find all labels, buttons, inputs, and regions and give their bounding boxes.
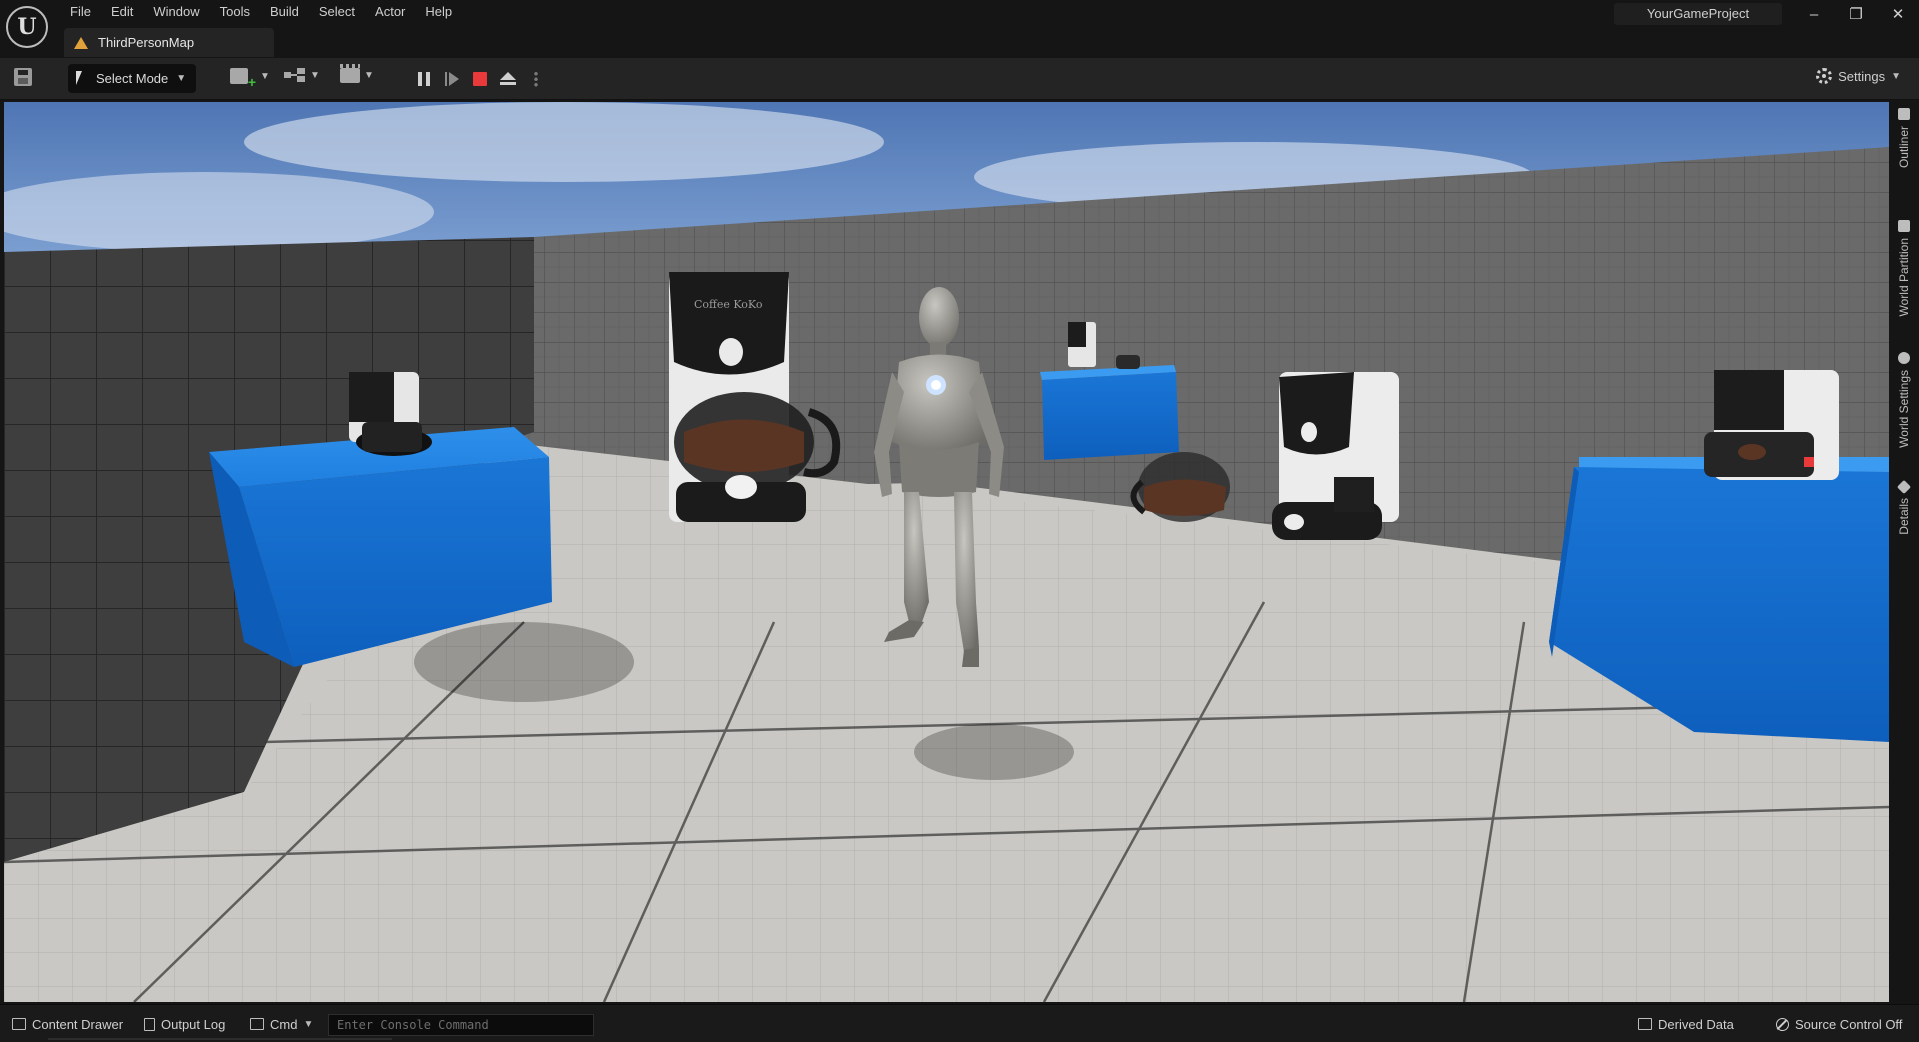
chevron-down-icon: ▼ [260,70,270,82]
chevron-down-icon: ▼ [310,69,320,81]
menu-actor[interactable]: Actor [365,0,415,24]
cmd-dropdown[interactable]: Cmd ▼ [246,1013,317,1035]
blueprint-button[interactable]: ▼ [284,68,320,82]
title-bar: U File Edit Window Tools Build Select Ac… [0,0,1919,58]
map-tab-label: ThirdPersonMap [98,35,195,50]
status-bar: Content Drawer Output Log Cmd ▼ Derived … [0,1004,1919,1042]
blueprint-icon [284,68,306,82]
save-button[interactable] [14,68,34,88]
coffee-brand-label: Coffee KoKo [694,298,763,311]
select-mode-dropdown[interactable]: Select Mode ▼ [68,64,196,93]
level-map-icon [74,36,88,49]
cinematics-button[interactable]: ▼ [340,64,374,83]
settings-button[interactable]: Settings ▼ [1816,68,1901,84]
menu-window[interactable]: Window [143,0,209,24]
add-content-button[interactable]: ▼ [230,68,270,90]
outliner-icon [1898,108,1910,120]
side-panel-tabs: Outliner World Partition World Settings … [1889,100,1919,1004]
derived-data-button[interactable]: Derived Data [1634,1013,1738,1035]
tab-world-partition-label: World Partition [1897,238,1911,317]
chevron-down-icon: ▼ [176,73,187,84]
menu-bar: File Edit Window Tools Build Select Acto… [60,0,462,24]
eject-button[interactable] [496,66,520,92]
frame-skip-button[interactable] [440,66,464,92]
menu-help[interactable]: Help [415,0,462,24]
output-log-icon [144,1017,155,1031]
derived-data-label: Derived Data [1658,1016,1734,1032]
eject-icon [500,72,516,86]
tab-details-label: Details [1897,498,1911,535]
pencil-icon [1896,479,1912,495]
play-options-button[interactable] [524,66,548,92]
settings-label: Settings [1838,68,1886,84]
save-icon [14,68,32,86]
select-mode-label: Select Mode [96,71,169,86]
console-command-input[interactable] [328,1014,594,1036]
content-drawer-icon [12,1018,26,1030]
drawer-divider [48,1038,392,1040]
cmd-label: Cmd [270,1016,298,1032]
frame-advance-icon [445,72,459,86]
more-options-icon [534,71,538,87]
viewport-scene[interactable]: Coffee KoKo [4,102,1889,1002]
menu-edit[interactable]: Edit [101,0,143,24]
source-control-off-icon [1776,1017,1789,1031]
tab-outliner-label: Outliner [1897,126,1911,169]
chevron-down-icon: ▼ [364,70,374,81]
chevron-down-icon: ▼ [303,1018,314,1030]
tab-world-settings-label: World Settings [1897,370,1911,448]
content-drawer-label: Content Drawer [32,1016,124,1032]
project-name-badge: YourGameProject [1614,3,1782,25]
chevron-down-icon: ▼ [1891,70,1901,82]
minimize-button[interactable]: – [1793,0,1835,28]
close-button[interactable]: ✕ [1877,0,1919,28]
source-control-button[interactable]: Source Control Off [1772,1013,1906,1035]
menu-build[interactable]: Build [260,0,309,24]
play-controls [412,65,548,93]
terminal-icon [250,1018,264,1030]
world-partition-icon [1898,220,1910,232]
stop-button[interactable] [468,66,492,92]
output-log-label: Output Log [161,1016,226,1032]
stop-icon [473,72,487,86]
tab-world-settings[interactable]: World Settings [1889,352,1919,448]
main-toolbar: Select Mode ▼ ▼ ▼ ▼ Settings ▼ [0,58,1919,100]
clapperboard-icon [340,64,360,83]
derived-data-icon [1638,1018,1652,1030]
pause-button[interactable] [412,66,436,92]
window-controls: – ❐ ✕ [1793,0,1919,28]
content-drawer-button[interactable]: Content Drawer [8,1013,127,1035]
restore-button[interactable]: ❐ [1835,0,1877,28]
output-log-button[interactable]: Output Log [140,1013,229,1035]
menu-file[interactable]: File [60,0,101,24]
level-viewport[interactable]: Coffee KoKo [4,102,1889,1002]
tab-world-partition[interactable]: World Partition [1889,220,1919,316]
cursor-icon [76,70,88,87]
source-control-label: Source Control Off [1795,1016,1903,1032]
menu-tools[interactable]: Tools [210,0,260,24]
tab-details[interactable]: Details [1889,479,1919,535]
menu-select[interactable]: Select [309,0,365,24]
add-actor-icon [230,68,256,90]
gear-icon [1816,68,1833,84]
tab-level-map[interactable]: ThirdPersonMap [64,28,274,57]
pause-icon [418,72,430,86]
globe-icon [1898,352,1910,364]
tab-outliner[interactable]: Outliner [1889,108,1919,168]
unreal-logo-icon[interactable]: U [6,6,48,48]
